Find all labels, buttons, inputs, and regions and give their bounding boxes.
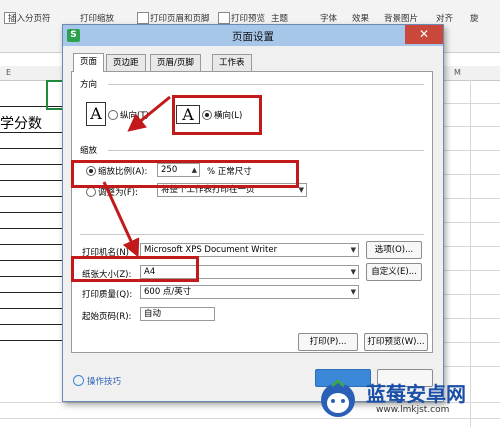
divider xyxy=(80,234,424,235)
print-preview-icon xyxy=(218,12,230,24)
ribbon-print-header-footer[interactable]: 打印页眉和页脚 xyxy=(150,12,210,24)
fit-radio[interactable] xyxy=(86,187,96,197)
chevron-down-icon: ▼ xyxy=(350,246,356,254)
grid-line xyxy=(442,294,500,295)
print-button[interactable]: 打印(P)... xyxy=(298,333,358,351)
ribbon-rotate[interactable]: 旋 xyxy=(470,12,479,24)
ribbon-print-scaling[interactable]: 打印缩放 xyxy=(80,12,114,24)
ribbon-background-image[interactable]: 背景图片 xyxy=(384,12,418,24)
print-quality-select[interactable]: 600 点/英寸 ▼ xyxy=(140,285,359,299)
grid-line xyxy=(442,222,500,223)
printer-name-value: Microsoft XPS Document Writer xyxy=(144,245,278,255)
ribbon-theme[interactable]: 主题 xyxy=(271,12,288,24)
printer-name-select[interactable]: Microsoft XPS Document Writer ▼ xyxy=(140,243,359,257)
cell-text[interactable]: 学分数 xyxy=(0,113,42,133)
watermark-brand: 蓝莓安卓网 xyxy=(366,382,466,406)
page-setup-dialog: S 页面设置 ✕ 页面 页边距 页眉/页脚 工作表 方向 A 纵向(T) A 横… xyxy=(62,24,444,402)
table-border xyxy=(0,244,62,245)
first-page-number-input[interactable]: 自动 xyxy=(140,307,215,321)
table-border xyxy=(0,276,62,277)
highlight-paper-size xyxy=(71,256,199,282)
divider xyxy=(108,84,424,85)
grid-line xyxy=(442,150,500,151)
portrait-radio[interactable] xyxy=(108,110,118,120)
watermark-logo xyxy=(321,379,355,417)
tab-sheet[interactable]: 工作表 xyxy=(212,54,252,71)
portrait-page-icon: A xyxy=(86,102,106,126)
table-border xyxy=(0,228,62,229)
ribbon-font[interactable]: 字体 xyxy=(320,12,337,24)
close-button[interactable]: ✕ xyxy=(405,25,443,44)
table-border xyxy=(0,196,62,197)
watermark-url: www.lmkjst.com xyxy=(376,405,450,415)
column-e-header[interactable]: E xyxy=(6,68,11,77)
tab-header-footer[interactable]: 页眉/页脚 xyxy=(150,54,201,71)
chevron-down-icon: ▼ xyxy=(350,288,356,296)
orientation-section-label: 方向 xyxy=(80,80,98,90)
portrait-label[interactable]: 纵向(T) xyxy=(120,109,149,121)
grid-line xyxy=(442,270,500,271)
table-border xyxy=(0,212,62,213)
print-preview-button[interactable]: 打印预览(W)... xyxy=(364,333,428,351)
grid-line xyxy=(470,80,471,427)
tips-link[interactable]: 操作技巧 xyxy=(87,375,121,387)
tips-icon xyxy=(73,375,84,386)
tab-margins[interactable]: 页边距 xyxy=(106,54,146,71)
highlight-scale xyxy=(71,160,299,188)
chevron-down-icon: ▼ xyxy=(298,186,304,194)
print-quality-value: 600 点/英寸 xyxy=(144,287,192,297)
table-border xyxy=(0,308,62,309)
grid-line xyxy=(442,174,500,175)
ribbon-align[interactable]: 对齐 xyxy=(436,12,453,24)
grid-line xyxy=(442,103,500,104)
grid-line xyxy=(0,418,500,419)
table-border xyxy=(0,340,62,341)
tab-page[interactable]: 页面 xyxy=(73,53,105,72)
print-quality-label: 打印质量(Q): xyxy=(82,290,133,300)
custom-size-button[interactable]: 自定义(E)... xyxy=(366,263,422,281)
table-border xyxy=(0,164,62,165)
ribbon-print-preview[interactable]: 打印预览 xyxy=(231,12,265,24)
table-border xyxy=(0,148,62,149)
scaling-section-label: 缩放 xyxy=(80,146,98,156)
grid-line xyxy=(442,366,500,367)
options-button[interactable]: 选项(O)... xyxy=(366,241,422,259)
table-border xyxy=(0,292,62,293)
table-border xyxy=(0,180,62,181)
chevron-down-icon: ▼ xyxy=(350,268,356,276)
ribbon-effects[interactable]: 效果 xyxy=(352,12,369,24)
table-border xyxy=(0,260,62,261)
divider xyxy=(108,150,424,151)
dialog-title: 页面设置 xyxy=(232,31,274,43)
grid-line xyxy=(442,318,500,319)
grid-line xyxy=(442,342,500,343)
column-m-header[interactable]: M xyxy=(454,68,461,77)
grid-line xyxy=(442,198,500,199)
first-page-number-label: 起始页码(R): xyxy=(82,312,132,322)
first-page-number-value: 自动 xyxy=(144,309,162,319)
table-border xyxy=(0,324,62,325)
highlight-landscape xyxy=(172,95,262,135)
grid-line xyxy=(442,126,500,127)
ribbon-insert-page-break[interactable]: 插入分页符 xyxy=(8,12,51,24)
header-footer-icon xyxy=(137,12,149,24)
grid-line xyxy=(442,246,500,247)
